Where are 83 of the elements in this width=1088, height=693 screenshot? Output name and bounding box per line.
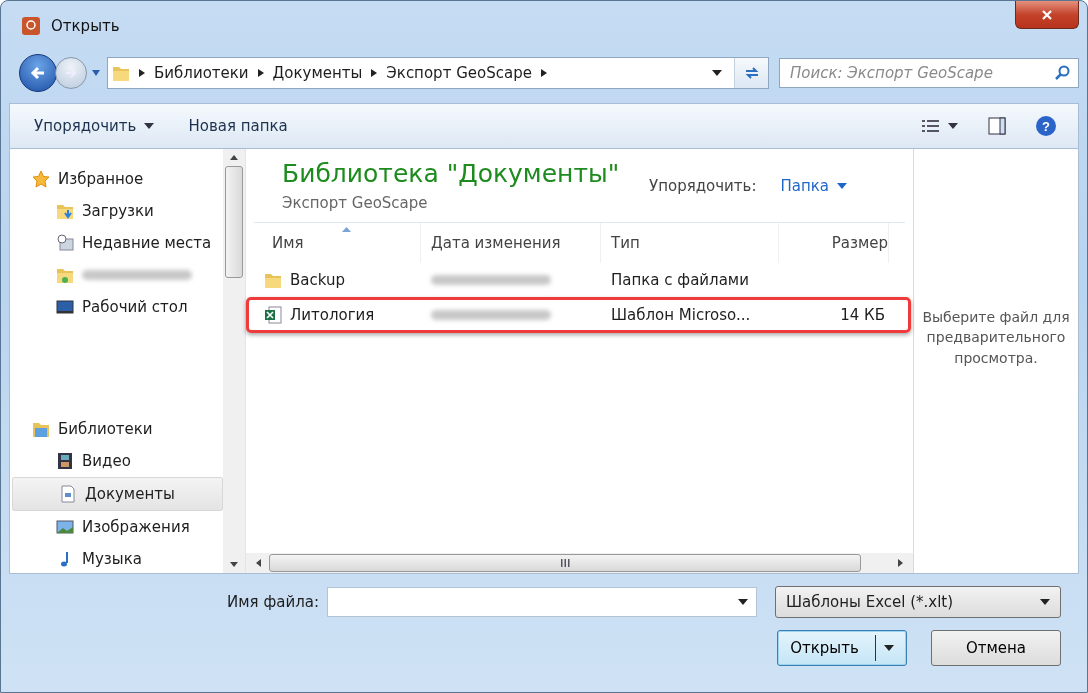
app-icon [21, 16, 41, 36]
picture-icon [56, 518, 74, 536]
refresh-button[interactable] [734, 58, 768, 88]
file-name-field[interactable] [327, 587, 757, 617]
nav-item[interactable]: Изображения [10, 511, 223, 543]
close-icon [1041, 8, 1053, 21]
arrange-label: Упорядочить: [649, 176, 757, 195]
chevron-icon [138, 68, 146, 78]
nav-item[interactable]: Недавние места [10, 227, 223, 259]
nav-item[interactable]: Загрузки [10, 195, 223, 227]
column-header[interactable]: Тип [601, 223, 779, 263]
nav-item[interactable]: Музыка [10, 543, 223, 573]
list-view-icon [922, 119, 940, 133]
window-title: Открыть [51, 17, 120, 35]
chevron-icon [539, 68, 548, 78]
new-folder-button[interactable]: Новая папка [174, 111, 302, 141]
caret-icon [948, 123, 958, 129]
pane-icon [988, 117, 1006, 135]
file-row[interactable]: Backup Папка с файлами [254, 265, 905, 295]
refresh-arrows-icon [743, 66, 760, 80]
arrange-dropdown[interactable]: Папка [774, 175, 853, 196]
library-folder-icon [32, 420, 50, 438]
user-folder-icon [56, 266, 74, 284]
right-arrow-icon [64, 66, 78, 80]
scroll-thumb[interactable] [269, 554, 861, 572]
file-size: 14 КБ [840, 306, 885, 324]
highlighted-row[interactable]: Литология Шаблон Microso... 14 КБ [246, 297, 911, 333]
library-title: Библиотека "Документы" [282, 159, 621, 188]
file-name-label: Имя файла: [227, 593, 319, 611]
chevron-icon [256, 68, 265, 78]
file-type: Шаблон Microso... [611, 306, 751, 324]
spreadsheet-icon [264, 306, 282, 324]
caret-icon [144, 123, 155, 129]
caret-icon [883, 645, 894, 651]
breadcrumb[interactable]: Экспорт GeoScape [386, 64, 532, 82]
scroll-thumb[interactable] [225, 166, 243, 278]
breadcrumb[interactable]: Документы [272, 64, 363, 82]
search-icon [1054, 65, 1070, 81]
document-icon [59, 485, 77, 503]
caret-icon [1040, 599, 1050, 605]
up-arrow-icon [230, 155, 238, 160]
breadcrumb[interactable]: Библиотеки [154, 64, 249, 82]
organize-button[interactable]: Упорядочить [20, 111, 169, 141]
right-arrow-icon [898, 559, 903, 567]
caret-icon [91, 69, 101, 77]
caret-icon [712, 70, 722, 76]
left-arrow-icon [29, 64, 47, 82]
open-button[interactable]: Открыть [777, 630, 907, 666]
down-arrow-icon [230, 562, 238, 567]
address-bar[interactable]: Библиотеки Документы Экспорт GeoScape [107, 57, 769, 89]
star-icon [32, 170, 50, 188]
nav-item[interactable]: Документы [12, 477, 223, 511]
cancel-button[interactable]: Отмена [931, 630, 1061, 666]
caret-icon [837, 182, 847, 189]
desktop-icon [56, 298, 74, 316]
horizontal-scrollbar[interactable] [246, 553, 913, 573]
folder-icon [112, 64, 130, 82]
folder-icon [264, 271, 282, 289]
back-button[interactable] [19, 54, 57, 92]
nav-item[interactable]: Видео [10, 445, 223, 477]
file-name: Backup [290, 271, 345, 289]
left-arrow-icon [256, 559, 261, 567]
caret-icon [738, 599, 748, 605]
clock-folder-icon [56, 234, 74, 252]
help-button[interactable]: ? [1024, 110, 1068, 142]
nav-item[interactable]: Рабочий стол [10, 291, 223, 323]
column-header[interactable]: Дата изменения [421, 223, 601, 263]
column-header[interactable]: Имя [254, 223, 421, 263]
grip-icon [560, 559, 570, 567]
nav-item[interactable]: Избранное [10, 163, 223, 195]
search-field[interactable]: Поиск: Экспорт GeoScape [779, 58, 1079, 88]
vertical-scrollbar[interactable] [223, 149, 245, 573]
folder-with-arrow-icon [56, 202, 74, 220]
file-name: Литология [290, 306, 375, 324]
chevron-icon [370, 68, 379, 78]
library-subtitle: Экспорт GeoScape [282, 194, 429, 212]
file-type: Папка с файлами [611, 271, 749, 289]
column-header[interactable]: Размер [779, 223, 889, 263]
file-type-dropdown[interactable]: Шаблоны Excel (*.xlt) [775, 586, 1061, 618]
preview-message: Выберите файл для предварительного просмотра. [921, 308, 1071, 368]
close-button[interactable] [1015, 1, 1079, 29]
film-icon [56, 452, 74, 470]
nav-item[interactable]: Библиотеки [10, 413, 223, 445]
